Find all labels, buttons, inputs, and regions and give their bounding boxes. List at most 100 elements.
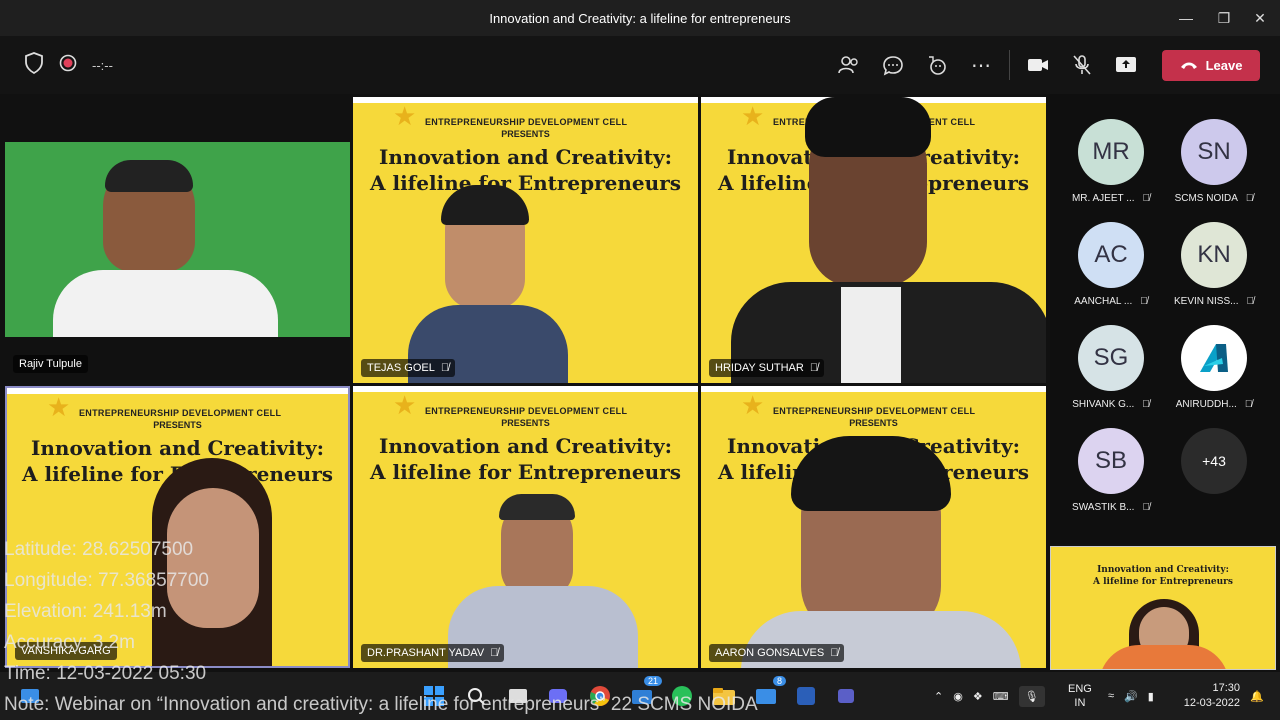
roster-item[interactable]: AC AANCHAL ... 🎙̸ [1061,222,1161,307]
share-screen-icon[interactable] [1104,43,1148,87]
video-tile-aaron[interactable]: ★ ENTREPRENEURSHIP DEVELOPMENT CELL PRES… [701,386,1046,668]
slide-presents: PRESENTS [501,129,550,139]
bell-icon[interactable]: 🔔 [1250,672,1264,720]
roster-item[interactable]: KN KEVIN NISS... 🎙̸ [1164,222,1264,307]
language-indicator[interactable]: ENG IN [1068,672,1092,720]
mic-off-icon: 🎙̸ [1245,193,1254,204]
minimize-button[interactable]: — [1166,0,1206,36]
roster-item[interactable]: MR MR. AJEET ... 🎙̸ [1061,119,1161,204]
toolbar-divider [1009,50,1010,80]
hair [499,494,575,520]
people-icon[interactable] [827,43,871,87]
mic-off-icon: 🎙̸ [1244,399,1253,410]
mic-off-tray-icon[interactable]: 🎙 [1018,685,1045,707]
slide-title-line2: A lifeline for Entrepreneurs [369,171,681,195]
status-icons[interactable]: ≈ 🔊 ▮ [1108,672,1154,720]
slide-title-line1: Innovation and Creativity: [379,434,672,458]
participant-roster: MR MR. AJEET ... 🎙̸ SN SCMS NOIDA 🎙̸ AC AA… [1050,94,1280,544]
star-icon: ★ [47,392,71,422]
video-tile-prashant[interactable]: ★ ENTREPRENEURSHIP DEVELOPMENT CELL PRES… [353,386,698,668]
slide-presents: PRESENTS [153,420,202,430]
more-count: +43 [1181,428,1247,494]
slide-cell-text: ENTREPRENEURSHIP DEVELOPMENT CELL [425,406,628,416]
title-bar: Innovation and Creativity: a lifeline fo… [0,0,1280,36]
avatar: SG [1078,325,1144,391]
mic-off-icon[interactable] [1060,43,1104,87]
slide-presents: PRESENTS [501,418,550,428]
video-tile-rajiv[interactable] [5,142,350,337]
roster-name: KEVIN NISS... [1174,296,1239,307]
shirt [841,287,901,383]
overlay-accuracy: Accuracy: 3.2m [4,632,135,653]
avatar: MR [1078,119,1144,185]
participant-name-tejas: TEJAS GOEL 🎙̸ [361,359,456,377]
lang-region: IN [1074,697,1086,709]
avatar: SB [1078,428,1144,494]
video-tile-hriday[interactable]: ★ ENTREPRENEURSHIP DEVELOPMENT CELL PRES… [701,97,1046,383]
system-tray: ⌃ ◉ ❖ ⌨ 🎙 [934,672,1045,720]
leave-label: Leave [1205,57,1243,73]
reactions-icon[interactable] [915,43,959,87]
meeting-timer: --:-- [92,57,113,73]
recording-icon [58,53,78,78]
mail-badge: 21 [643,676,662,686]
slide-title-line1: Innovation and Creativity: [1097,565,1229,575]
camera-off-tray-icon[interactable]: ◉ [953,690,963,703]
star-icon: ★ [393,390,417,420]
phone-hangup-icon [1180,62,1197,69]
participant-name-prashant: DR.PRASHANT YADAV 🎙̸ [361,644,505,662]
clock-time: 17:30 [1212,682,1240,694]
word-icon[interactable] [792,682,820,710]
shield-icon[interactable] [24,51,44,79]
participant-name-hriday: HRIDAY SUTHAR 🎙̸ [709,359,825,377]
window-title: Innovation and Creativity: a lifeline fo… [489,10,791,26]
overlay-longitude: Longitude: 77.36857700 [4,570,209,591]
avatar [1181,325,1247,391]
star-icon: ★ [393,101,417,131]
hair [791,436,951,511]
leave-button[interactable]: Leave [1162,49,1260,81]
dropbox-icon[interactable]: ❖ [973,690,983,703]
roster-item[interactable]: SN SCMS NOIDA 🎙̸ [1164,119,1264,204]
roster-item[interactable]: SB SWASTIK B... 🎙̸ [1061,428,1161,513]
mic-off-icon: 🎙̸ [1142,502,1150,513]
slide-presents: PRESENTS [849,418,898,428]
roster-name: MR. AJEET ... [1071,193,1135,204]
volume-icon: 🔊 [1124,690,1138,703]
avatar: KN [1181,222,1247,288]
roster-item[interactable]: SG SHIVANK G... 🎙̸ [1061,325,1161,410]
teams-icon[interactable] [832,682,860,710]
mic-off-icon: 🎙̸ [1142,399,1150,410]
slide-cell-text: ENTREPRENEURSHIP DEVELOPMENT CELL [773,406,976,416]
clock[interactable]: 17:30 12-03-2022 [1182,672,1240,720]
lang-code: ENG [1068,683,1092,695]
slide-title-line2: A lifeline for Entrepreneurs [1093,577,1233,587]
close-button[interactable]: ✕ [1240,0,1280,36]
mic-off-icon: 🎙̸ [440,362,450,374]
calendar-badge: 8 [772,676,786,686]
roster-name: SCMS NOIDA [1174,193,1238,204]
slide-cell-text: ENTREPRENEURSHIP DEVELOPMENT CELL [425,117,628,127]
overlay-time: Time: 12-03-2022 05:30 [4,663,207,684]
more-participants-button[interactable]: +43 [1164,428,1264,494]
camera-icon[interactable] [1016,43,1060,87]
chat-icon[interactable] [871,43,915,87]
keyboard-icon[interactable]: ⌨ [993,690,1009,703]
battery-icon: ▮ [1147,690,1154,703]
video-tile-vanshika[interactable]: ★ ENTREPRENEURSHIP DEVELOPMENT CELL PRES… [5,386,350,668]
roster-item[interactable]: ANIRUDDH... 🎙̸ [1164,325,1264,410]
star-icon: ★ [741,101,765,131]
self-view-tile[interactable]: Innovation and Creativity: A lifeline fo… [1050,546,1276,670]
overlay-note: Note: Webinar on “Innovation and creativ… [4,694,758,715]
maximize-button[interactable]: ❐ [1204,0,1244,36]
wifi-icon: ≈ [1108,690,1115,702]
participant-name-rajiv: Rajiv Tulpule [13,355,88,373]
more-icon[interactable]: ⋯ [959,43,1003,87]
mic-off-icon: 🎙̸ [830,647,839,659]
slide-cell-text: ENTREPRENEURSHIP DEVELOPMENT CELL [79,408,282,418]
meeting-toolbar: --:-- ⋯ Leave [0,36,1280,94]
video-tile-tejas[interactable]: ★ ENTREPRENEURSHIP DEVELOPMENT CELL PRES… [353,97,698,383]
chevron-up-icon[interactable]: ⌃ [934,690,943,703]
hair [805,97,931,157]
mic-off-icon: 🎙̸ [490,647,499,659]
